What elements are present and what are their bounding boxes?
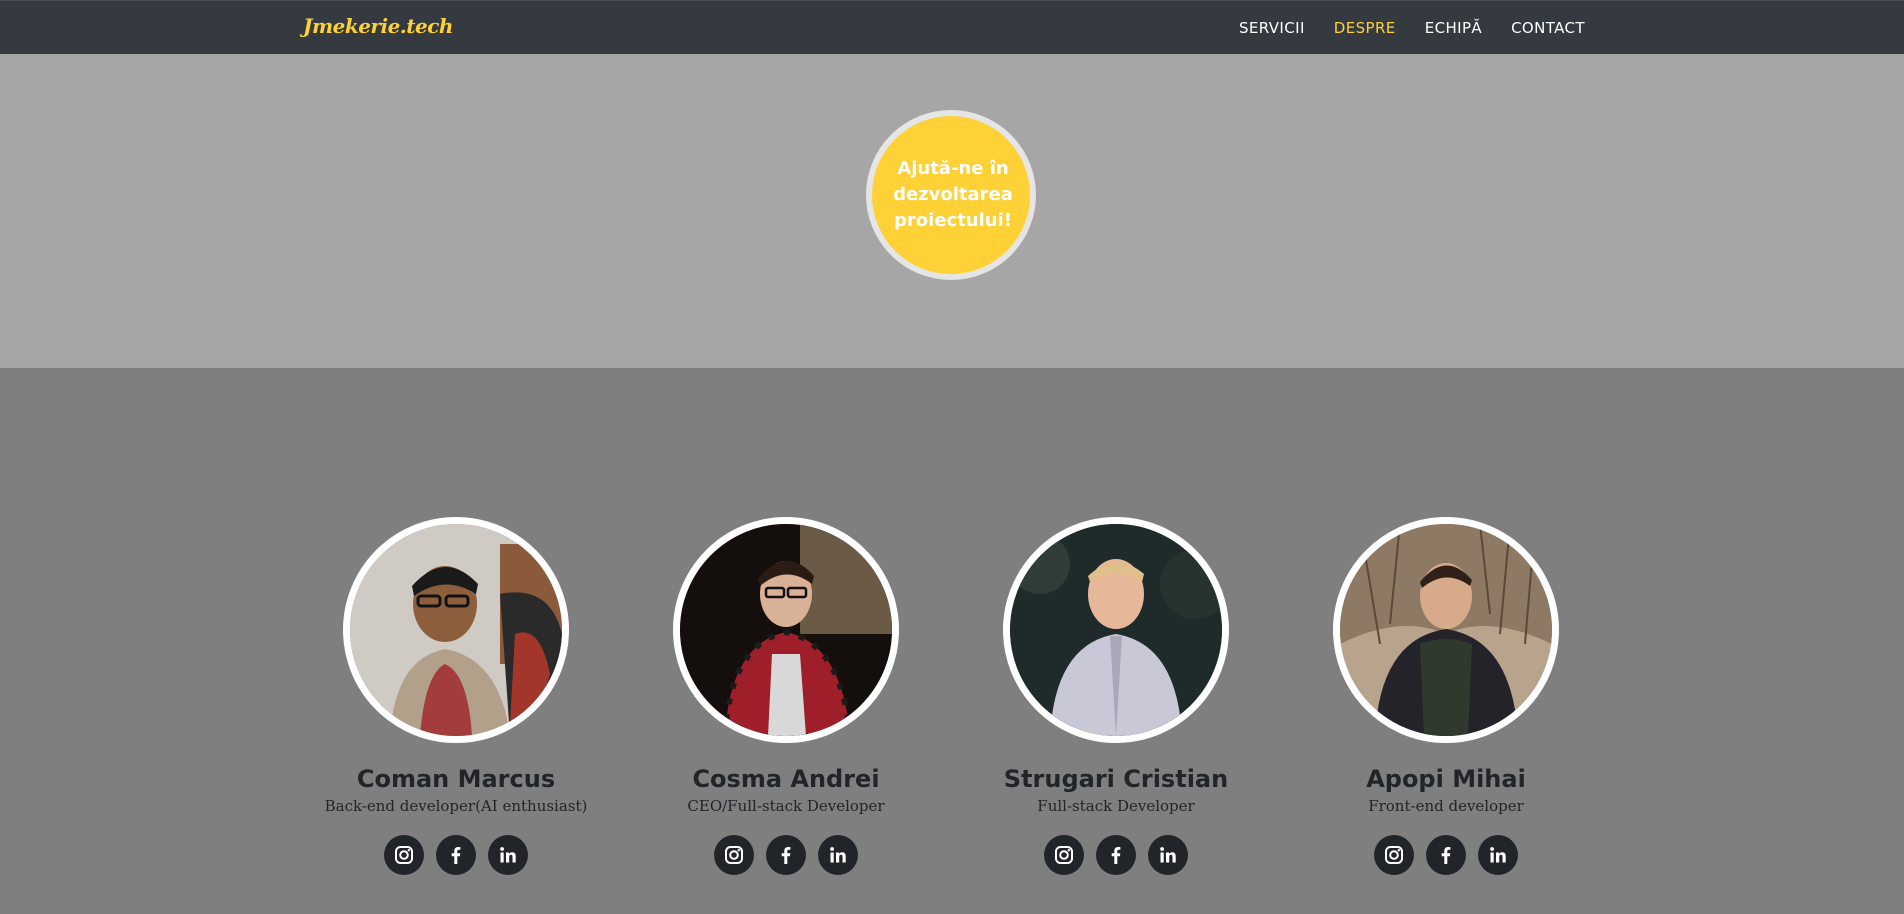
member-name: Coman Marcus: [356, 765, 556, 793]
nav-link-despre[interactable]: DESPRE: [1334, 18, 1396, 38]
member-role: Back-end developer(AI enthusiast): [324, 797, 588, 815]
member-photo: [1333, 517, 1559, 743]
linkedin-link[interactable]: [1148, 835, 1188, 875]
member-name: Strugari Cristian: [1003, 765, 1229, 793]
facebook-link[interactable]: [1096, 835, 1136, 875]
social-links: [621, 835, 951, 875]
instagram-link[interactable]: [714, 835, 754, 875]
member-photo: [673, 517, 899, 743]
team-section: Coman Marcus Back-end developer(AI enthu…: [0, 368, 1904, 914]
linkedin-icon: [500, 847, 516, 863]
nav-link-echipa[interactable]: ECHIPĂ: [1425, 18, 1482, 38]
instagram-link[interactable]: [1374, 835, 1414, 875]
linkedin-icon: [1490, 847, 1506, 863]
member-role: Front-end developer: [1368, 797, 1524, 815]
linkedin-link[interactable]: [818, 835, 858, 875]
linkedin-icon: [1160, 847, 1176, 863]
instagram-icon: [395, 846, 413, 864]
member-role: CEO/Full-stack Developer: [687, 797, 885, 815]
member-name: Apopi Mihai: [1366, 765, 1526, 793]
facebook-icon: [451, 847, 461, 864]
member-role: Full-stack Developer: [1037, 797, 1195, 815]
instagram-icon: [1385, 846, 1403, 864]
brand-logo[interactable]: Jmekerie.tech: [303, 14, 453, 38]
facebook-link[interactable]: [766, 835, 806, 875]
team-member-card: Cosma Andrei CEO/Full-stack Developer: [621, 517, 951, 875]
member-name: Cosma Andrei: [692, 765, 880, 793]
instagram-link[interactable]: [384, 835, 424, 875]
instagram-icon: [1055, 846, 1073, 864]
support-project-button[interactable]: Ajută-ne în dezvoltarea proiectului!: [866, 110, 1036, 280]
instagram-icon: [725, 846, 743, 864]
nav-link-servicii[interactable]: SERVICII: [1239, 18, 1305, 38]
nav-link-contact[interactable]: CONTACT: [1511, 18, 1585, 38]
team-member-card: Apopi Mihai Front-end developer: [1281, 517, 1611, 875]
navbar: Jmekerie.tech SERVICII DESPRE ECHIPĂ CON…: [0, 0, 1904, 54]
member-photo: [1003, 517, 1229, 743]
support-project-label: Ajută-ne în dezvoltarea proiectului!: [893, 158, 1013, 231]
facebook-link[interactable]: [1426, 835, 1466, 875]
facebook-icon: [1441, 847, 1451, 864]
team-member-card: Strugari Cristian Full-stack Developer: [951, 517, 1281, 875]
member-photo: [343, 517, 569, 743]
linkedin-link[interactable]: [1478, 835, 1518, 875]
hero-section: Ajută-ne în dezvoltarea proiectului!: [0, 54, 1904, 368]
linkedin-link[interactable]: [488, 835, 528, 875]
social-links: [951, 835, 1281, 875]
team-member-card: Coman Marcus Back-end developer(AI enthu…: [291, 517, 621, 875]
facebook-link[interactable]: [436, 835, 476, 875]
linkedin-icon: [830, 847, 846, 863]
main-nav: SERVICII DESPRE ECHIPĂ CONTACT: [1239, 18, 1585, 38]
instagram-link[interactable]: [1044, 835, 1084, 875]
facebook-icon: [781, 847, 791, 864]
social-links: [291, 835, 621, 875]
facebook-icon: [1111, 847, 1121, 864]
social-links: [1281, 835, 1611, 875]
